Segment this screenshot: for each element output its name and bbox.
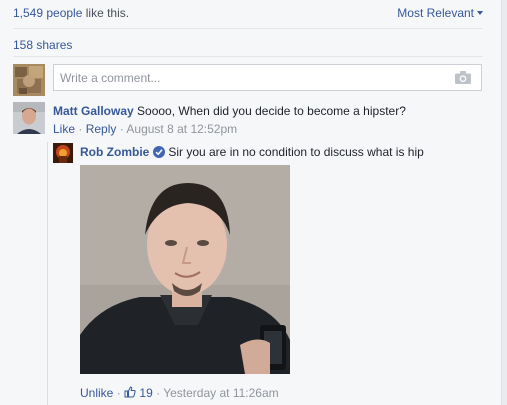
- reply-author-avatar[interactable]: [53, 143, 73, 163]
- commenter-avatar[interactable]: [13, 102, 45, 134]
- comment-timestamp[interactable]: August 8 at 12:52pm: [126, 122, 237, 136]
- comment-actions: Like · Reply · August 8 at 12:52pm: [53, 121, 237, 137]
- chevron-down-icon: [477, 11, 483, 15]
- separator: ·: [119, 122, 124, 136]
- divider: [13, 56, 483, 57]
- camera-icon[interactable]: [455, 71, 471, 87]
- separator: ·: [78, 122, 83, 136]
- comment-text: Soooo, When did you decide to become a h…: [137, 104, 406, 118]
- reply-body: Rob Zombie Sir you are in no condition to…: [80, 144, 500, 160]
- reply-actions: Unlike · 19 · Yesterday at 11:26am: [80, 385, 279, 401]
- reply-like-count[interactable]: 19: [124, 386, 156, 400]
- reply-thread-line: [47, 142, 48, 405]
- sort-label: Most Relevant: [397, 6, 474, 20]
- like-count-value: 19: [139, 386, 153, 400]
- reply-link[interactable]: Reply: [86, 122, 117, 136]
- comments-panel: 1,549 people like this. Most Relevant 15…: [0, 0, 502, 405]
- comment-composer[interactable]: [53, 64, 482, 91]
- reply-author[interactable]: Rob Zombie: [80, 145, 149, 159]
- separator: ·: [116, 386, 121, 400]
- shares-link[interactable]: 158 shares: [13, 38, 72, 52]
- like-link[interactable]: Like: [53, 122, 75, 136]
- reply-photo[interactable]: [80, 165, 290, 374]
- reaction-summary-row: 1,549 people like this. Most Relevant: [13, 6, 483, 22]
- thumbs-up-icon: [124, 386, 136, 398]
- comment-input[interactable]: [60, 70, 440, 86]
- likes-count[interactable]: 1,549 people: [13, 6, 82, 20]
- current-user-avatar[interactable]: [13, 64, 45, 96]
- reply-timestamp[interactable]: Yesterday at 11:26am: [163, 386, 278, 400]
- reply-text: Sir you are in no condition to discuss w…: [168, 145, 424, 159]
- sort-dropdown[interactable]: Most Relevant: [397, 6, 483, 20]
- comment-body: Matt Galloway Soooo, When did you decide…: [53, 103, 493, 119]
- unlike-link[interactable]: Unlike: [80, 386, 113, 400]
- separator: ·: [156, 386, 161, 400]
- divider: [13, 28, 483, 29]
- likes-summary[interactable]: 1,549 people like this.: [13, 6, 129, 20]
- comment-author[interactable]: Matt Galloway: [53, 104, 134, 118]
- verified-badge-icon: [153, 146, 166, 158]
- likes-suffix: like this.: [82, 6, 130, 20]
